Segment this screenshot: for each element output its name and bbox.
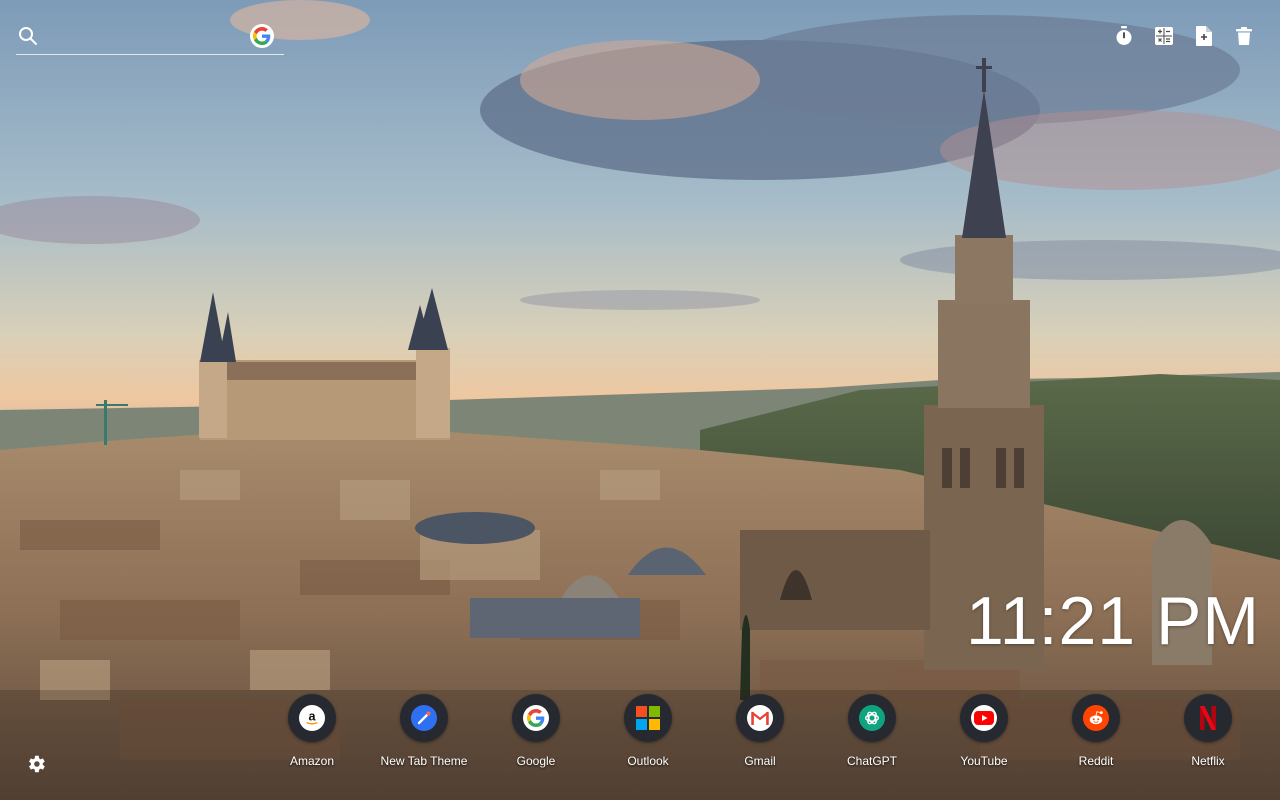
clock-time: 11:21 PM: [965, 583, 1260, 659]
search-input[interactable]: [44, 24, 248, 50]
search-icon: [18, 26, 38, 46]
microsoft-icon: [624, 694, 672, 742]
gmail-icon: [736, 694, 784, 742]
trash-icon[interactable]: [1234, 24, 1254, 48]
shortcut-gmail[interactable]: Gmail: [704, 694, 816, 768]
shortcut-youtube[interactable]: YouTube: [928, 694, 1040, 768]
reddit-icon: [1072, 694, 1120, 742]
shortcut-outlook[interactable]: Outlook: [592, 694, 704, 768]
shortcut-label: Gmail: [744, 754, 776, 768]
document-icon[interactable]: [1194, 24, 1214, 48]
background-photo: [0, 0, 1280, 800]
shortcut-label: Netflix: [1191, 754, 1225, 768]
shortcut-netflix[interactable]: Netflix: [1152, 694, 1264, 768]
shortcut-label: ChatGPT: [846, 754, 897, 768]
shortcut-bar: a Amazon New Tab Theme Google Outlook Gm…: [256, 694, 1264, 768]
amazon-icon: a: [288, 694, 336, 742]
gear-icon[interactable]: [25, 753, 47, 775]
shortcut-label: Amazon: [289, 754, 335, 768]
shortcut-new-tab-theme[interactable]: New Tab Theme: [368, 694, 480, 768]
shortcut-label: Reddit: [1078, 754, 1114, 768]
shortcut-google[interactable]: Google: [480, 694, 592, 768]
youtube-icon: [960, 694, 1008, 742]
new-tab-theme-icon: [400, 694, 448, 742]
shortcut-label: YouTube: [960, 754, 1008, 768]
shortcut-label: Google: [516, 754, 556, 768]
calculator-icon[interactable]: [1154, 24, 1174, 48]
shortcut-label: New Tab Theme: [380, 754, 468, 768]
svg-text:a: a: [308, 710, 316, 724]
google-icon: [512, 694, 560, 742]
timer-icon[interactable]: [1114, 24, 1134, 48]
shortcut-label: Outlook: [627, 754, 669, 768]
netflix-icon: [1184, 694, 1232, 742]
search-bar: [16, 22, 284, 55]
google-search-icon[interactable]: [250, 24, 274, 48]
shortcut-chatgpt[interactable]: ChatGPT: [816, 694, 928, 768]
top-toolbar: [1114, 24, 1254, 48]
chatgpt-icon: [848, 694, 896, 742]
shortcut-amazon[interactable]: a Amazon: [256, 694, 368, 768]
shortcut-reddit[interactable]: Reddit: [1040, 694, 1152, 768]
